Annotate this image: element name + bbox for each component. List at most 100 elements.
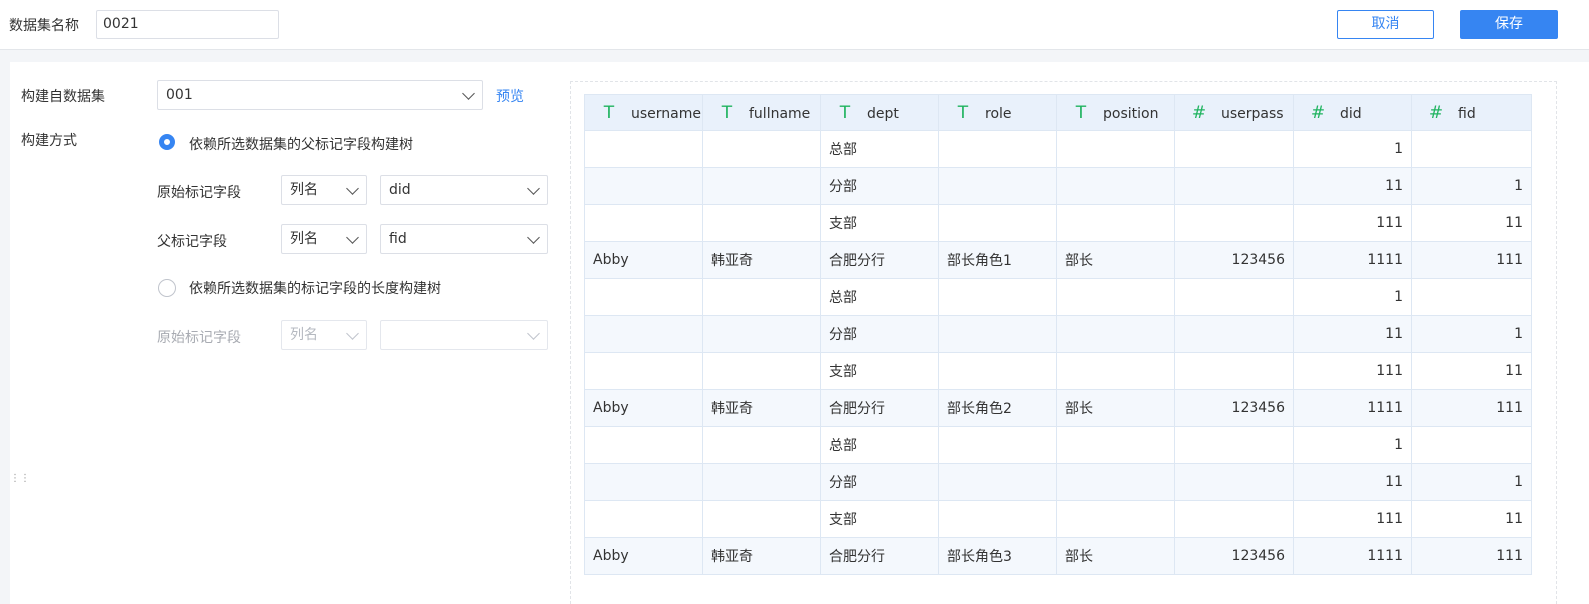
column-header-username[interactable]: Tusername — [584, 94, 703, 131]
original-field-type-select[interactable]: 列名 — [281, 175, 367, 205]
number-type-icon: # — [1191, 102, 1207, 123]
table-cell-userpass — [1174, 167, 1294, 205]
table-cell-dept: 合肥分行 — [820, 241, 939, 279]
table-cell-did: 1111 — [1293, 241, 1412, 279]
table-cell-username — [584, 463, 703, 501]
table-cell-role — [938, 500, 1057, 538]
table-cell-role — [938, 463, 1057, 501]
table-cell-fullname: 韩亚奇 — [702, 389, 821, 427]
table-cell-position — [1056, 352, 1175, 390]
table-cell-userpass — [1174, 352, 1294, 390]
original-field-select-2[interactable] — [380, 320, 548, 350]
column-header-role[interactable]: Trole — [938, 94, 1057, 131]
table-cell-position — [1056, 500, 1175, 538]
table-cell-userpass — [1174, 130, 1294, 168]
source-dataset-label: 构建自数据集 — [21, 89, 105, 105]
number-type-icon: # — [1310, 102, 1326, 123]
table-cell-position: 部长 — [1056, 537, 1175, 575]
column-header-label: position — [1103, 105, 1159, 122]
table-cell-role — [938, 315, 1057, 353]
table-cell-username — [584, 352, 703, 390]
chevron-down-icon — [527, 231, 540, 244]
column-header-position[interactable]: Tposition — [1056, 94, 1175, 131]
original-field-select[interactable]: did — [380, 175, 548, 205]
table-body: 总部 1 分部 11 1 支部 111 11 Abby 韩亚奇 合肥分行 部长角色1 部长 123456 1… — [584, 130, 1532, 575]
table-cell-role — [938, 204, 1057, 242]
table-cell-userpass: 123456 — [1174, 241, 1294, 279]
table-row: 支部 111 11 — [584, 352, 1532, 390]
table-cell-position — [1056, 463, 1175, 501]
column-header-label: did — [1340, 105, 1362, 122]
chevron-down-icon — [462, 87, 475, 100]
table-cell-role — [938, 278, 1057, 316]
table-cell-userpass — [1174, 278, 1294, 316]
table-cell-username — [584, 426, 703, 464]
table-cell-fid — [1411, 130, 1532, 168]
table-cell-userpass: 123456 — [1174, 537, 1294, 575]
table-row: Abby 韩亚奇 合肥分行 部长角色3 部长 123456 1111 111 — [584, 537, 1532, 575]
table-cell-username — [584, 130, 703, 168]
table-cell-fid: 1 — [1411, 463, 1532, 501]
original-field-type-select-2[interactable]: 列名 — [281, 320, 367, 350]
column-header-dept[interactable]: Tdept — [820, 94, 939, 131]
table-cell-fullname — [702, 315, 821, 353]
table-cell-fid: 111 — [1411, 241, 1532, 279]
table-cell-userpass — [1174, 463, 1294, 501]
table-cell-dept: 分部 — [820, 315, 939, 353]
table-cell-dept: 总部 — [820, 130, 939, 168]
cancel-button[interactable]: 取消 — [1337, 10, 1434, 39]
table-cell-fid: 11 — [1411, 500, 1532, 538]
source-dataset-select[interactable]: 001 — [157, 80, 483, 110]
option-field-length-radio[interactable] — [158, 279, 176, 297]
column-header-userpass[interactable]: # userpass — [1174, 94, 1294, 131]
chevron-down-icon — [346, 231, 359, 244]
table-cell-fullname — [702, 167, 821, 205]
table-cell-userpass — [1174, 315, 1294, 353]
table-cell-username: Abby — [584, 537, 703, 575]
column-header-fid[interactable]: # fid — [1411, 94, 1532, 131]
table-cell-did: 1 — [1293, 130, 1412, 168]
option-parent-field-label[interactable]: 依赖所选数据集的父标记字段构建树 — [189, 134, 413, 154]
chevron-down-icon — [346, 327, 359, 340]
table-cell-did: 1 — [1293, 278, 1412, 316]
option-field-length-label[interactable]: 依赖所选数据集的标记字段的长度构建树 — [189, 278, 441, 298]
table-row: 支部 111 11 — [584, 500, 1532, 538]
table-cell-role — [938, 426, 1057, 464]
table-cell-did: 111 — [1293, 500, 1412, 538]
table-cell-dept: 支部 — [820, 352, 939, 390]
table-cell-did: 11 — [1293, 463, 1412, 501]
column-header-fullname[interactable]: Tfullname — [702, 94, 821, 131]
option-parent-field-radio[interactable] — [159, 134, 175, 150]
column-header-label: fullname — [749, 105, 811, 122]
original-field-type-value-2: 列名 — [290, 327, 318, 343]
drag-handle-icon[interactable]: ⋮⋮ — [10, 472, 30, 486]
column-header-label: dept — [867, 105, 899, 122]
table-cell-fullname: 韩亚奇 — [702, 241, 821, 279]
parent-field-value: fid — [389, 231, 407, 247]
dataset-name-input[interactable]: 0021 — [96, 10, 279, 39]
preview-link[interactable]: 预览 — [496, 86, 524, 106]
table-cell-position: 部长 — [1056, 389, 1175, 427]
table-cell-fullname — [702, 352, 821, 390]
table-cell-position — [1056, 204, 1175, 242]
table-cell-username — [584, 167, 703, 205]
parent-field-type-select[interactable]: 列名 — [281, 224, 367, 254]
table-cell-userpass: 123456 — [1174, 389, 1294, 427]
table-cell-role — [938, 352, 1057, 390]
table-cell-did: 111 — [1293, 204, 1412, 242]
table-cell-position: 部长 — [1056, 241, 1175, 279]
table-cell-fullname — [702, 500, 821, 538]
table-cell-fullname — [702, 426, 821, 464]
parent-field-type-value: 列名 — [290, 231, 318, 247]
column-header-label: role — [985, 105, 1012, 122]
original-field-label-2: 原始标记字段 — [157, 330, 241, 346]
save-button[interactable]: 保存 — [1460, 10, 1558, 39]
column-header-did[interactable]: # did — [1293, 94, 1412, 131]
original-field-label: 原始标记字段 — [157, 185, 241, 201]
table-cell-position — [1056, 167, 1175, 205]
table-cell-fid — [1411, 278, 1532, 316]
table-cell-position — [1056, 426, 1175, 464]
parent-field-select[interactable]: fid — [380, 224, 548, 254]
chevron-down-icon — [346, 182, 359, 195]
table-cell-dept: 分部 — [820, 463, 939, 501]
